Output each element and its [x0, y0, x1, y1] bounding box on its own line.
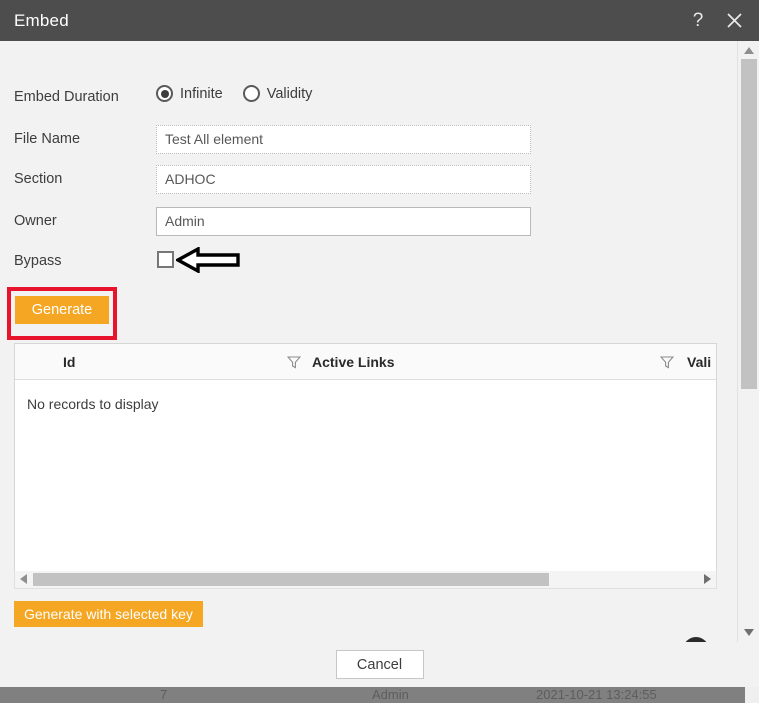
background-right-edge [745, 686, 759, 703]
dialog-content: Embed Duration Infinite Validity File Na… [0, 41, 737, 642]
dialog-vertical-scrollbar[interactable] [737, 41, 759, 642]
embed-duration-row: Embed Duration [0, 81, 737, 113]
radio-option-validity[interactable]: Validity [242, 85, 325, 102]
generate-button[interactable]: Generate [15, 296, 109, 324]
background-row-timestamp: 2021-10-21 13:24:55 [536, 687, 657, 702]
embed-duration-label: Embed Duration [14, 89, 119, 105]
owner-row: Owner Admin [0, 205, 737, 237]
embed-dialog: Embed ? Embed Duration Infinite Validity… [0, 0, 759, 687]
owner-input[interactable]: Admin [156, 206, 531, 236]
generate-with-selected-key-button[interactable]: Generate with selected key [14, 601, 203, 627]
active-links-grid: Id Active Links Vali No records to displ… [14, 343, 717, 583]
bypass-row: Bypass [0, 245, 737, 277]
column-header-id[interactable]: Id [63, 354, 75, 370]
horizontal-scrollbar-thumb[interactable] [33, 573, 549, 586]
scroll-left-arrow-icon[interactable] [16, 571, 32, 587]
section-row: Section ADHOC [0, 163, 737, 195]
column-header-validity[interactable]: Vali [687, 354, 711, 370]
funnel-filter-icon-id[interactable] [287, 355, 301, 369]
cancel-button[interactable]: Cancel [335, 650, 424, 679]
grid-header-row: Id Active Links Vali [15, 344, 716, 380]
close-icon[interactable] [717, 0, 751, 41]
background-table-row: 7 Admin 2021-10-21 13:24:55 [0, 686, 745, 703]
vertical-scrollbar-thumb[interactable] [741, 59, 757, 389]
column-header-active-links[interactable]: Active Links [312, 354, 394, 370]
radio-option-infinite[interactable]: Infinite [156, 85, 235, 102]
dialog-footer: Cancel [0, 642, 759, 687]
embed-duration-radio-group[interactable]: Infinite Validity [156, 85, 324, 102]
grid-horizontal-scrollbar[interactable] [14, 571, 717, 589]
section-input[interactable]: ADHOC [156, 164, 531, 194]
grid-body: No records to display [15, 380, 716, 582]
radio-validity-label: Validity [266, 85, 313, 102]
background-row-owner: Admin [372, 687, 409, 702]
internal-embed-row: Internal Embed [575, 637, 709, 642]
radio-infinite-label: Infinite [180, 85, 223, 102]
section-label: Section [14, 171, 63, 187]
radio-validity-icon[interactable] [242, 85, 260, 102]
scroll-right-arrow-icon[interactable] [699, 571, 715, 587]
scroll-down-arrow-icon[interactable] [738, 624, 759, 640]
background-row-id: 7 [160, 687, 168, 702]
funnel-filter-icon-active-links[interactable] [660, 355, 674, 369]
file-name-input[interactable]: Test All element [156, 124, 531, 154]
file-name-row: File Name Test All element [0, 123, 737, 155]
scroll-up-arrow-icon[interactable] [738, 43, 759, 59]
radio-infinite-icon[interactable] [156, 85, 173, 102]
bypass-checkbox[interactable] [157, 251, 174, 268]
dialog-body: Embed Duration Infinite Validity File Na… [0, 41, 759, 642]
owner-label: Owner [14, 213, 57, 229]
file-name-label: File Name [14, 131, 81, 147]
help-icon[interactable]: ? [681, 0, 715, 41]
grid-empty-message: No records to display [27, 396, 159, 412]
dialog-titlebar: Embed ? [0, 0, 759, 41]
bypass-pointer-arrow-annotation [176, 247, 240, 273]
bypass-label: Bypass [14, 253, 62, 269]
copy-icon[interactable] [683, 637, 709, 642]
dialog-title: Embed [14, 10, 69, 30]
